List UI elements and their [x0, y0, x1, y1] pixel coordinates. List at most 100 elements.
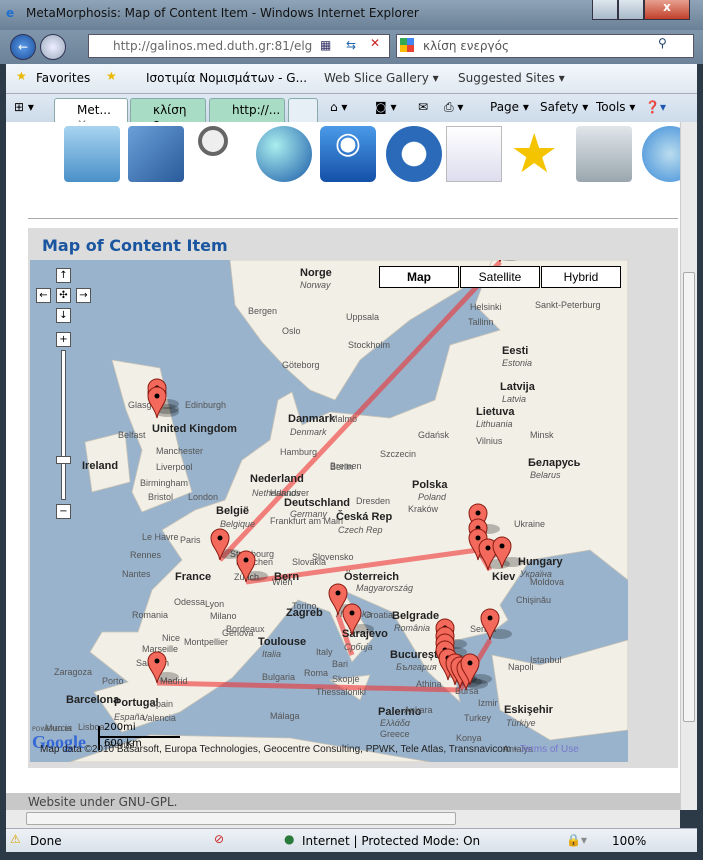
pan-left-button[interactable]: ← — [36, 288, 51, 303]
map-label: Chişinău — [516, 595, 551, 605]
tab[interactable]: http://... — [209, 98, 285, 122]
address-bar[interactable]: http://galinos.med.duth.gr:81/elg — [88, 34, 390, 58]
stop-icon[interactable]: ✕ — [370, 36, 380, 50]
map-label: Stockholm — [348, 340, 390, 350]
add-favorite-icon[interactable]: ★ — [106, 69, 117, 83]
book-icon[interactable] — [128, 126, 184, 182]
vertical-scrollbar[interactable] — [680, 122, 697, 810]
document-icon[interactable] — [386, 126, 442, 182]
internet-globe-icon: ● — [284, 832, 295, 846]
star-icon[interactable]: ★ — [510, 126, 566, 182]
map-label: Belgrade — [392, 610, 439, 622]
zoom-slider-track[interactable] — [61, 350, 66, 500]
tab-active[interactable]: Met... ✕ — [54, 98, 128, 131]
rss-icon[interactable]: ◉ — [320, 126, 376, 182]
map-label: Bern — [274, 571, 299, 583]
map-label: Latvia — [502, 394, 526, 404]
map-label: Skopje — [332, 674, 360, 684]
map-label: Ukraine — [514, 519, 545, 529]
map-label: Hungary — [518, 556, 564, 568]
compatibility-icon[interactable]: ▦ — [320, 38, 331, 52]
map-label: Belgique — [220, 519, 255, 529]
download-folder-icon[interactable] — [576, 126, 632, 182]
magnifier-icon[interactable] — [198, 126, 238, 182]
map-label: Oslo — [282, 326, 301, 336]
refresh-icon[interactable]: ⇆ — [346, 38, 356, 52]
map-label: Kraków — [408, 504, 439, 514]
maximize-button[interactable] — [618, 0, 644, 20]
pan-center-button[interactable]: ✣ — [56, 288, 71, 303]
map-label: Bari — [332, 659, 348, 669]
map-label: Rennes — [130, 550, 162, 560]
zoom-out-button[interactable]: − — [56, 504, 71, 519]
globe-icon[interactable] — [256, 126, 312, 182]
map-label: Czech Rep — [338, 525, 383, 535]
map-label: Szczecin — [380, 449, 416, 459]
map-type-hybrid[interactable]: Hybrid — [541, 266, 621, 288]
map-label: Montpellier — [184, 637, 228, 647]
zoom-level[interactable]: 100% — [612, 834, 646, 848]
close-button[interactable]: x — [644, 0, 690, 20]
tools-menu[interactable]: Tools ▾ — [596, 100, 635, 114]
suggested-sites[interactable]: Suggested Sites ▾ — [458, 71, 565, 85]
map-label: Liverpool — [156, 462, 193, 472]
map-type-map[interactable]: Map — [379, 266, 459, 288]
notepad-pencil-icon[interactable] — [446, 126, 502, 182]
minimize-button[interactable] — [592, 0, 618, 20]
protected-mode-icon[interactable]: 🔒▾ — [566, 833, 587, 847]
new-tab-button[interactable] — [288, 98, 318, 122]
map-label: Malmö — [330, 414, 357, 424]
favorite-link[interactable]: Ισοτιμία Νομισμάτων - G... — [146, 71, 307, 85]
map-marker[interactable] — [480, 608, 512, 641]
terms-of-use-link[interactable]: Terms of Use — [520, 744, 579, 755]
privacy-icon[interactable]: ⊘ — [214, 832, 224, 846]
map-label: Milano — [210, 611, 237, 621]
map-type-satellite[interactable]: Satellite — [460, 266, 540, 288]
pan-down-button[interactable]: ↓ — [56, 308, 71, 323]
users-icon[interactable] — [642, 126, 680, 182]
map-canvas[interactable]: NorgeNorway Bergen Oslo Göteborg Uppsala Stoc… — [30, 260, 628, 762]
scroll-thumb[interactable] — [26, 812, 456, 825]
map-attribution: Map data ©2010 Basarsoft, Europa Technol… — [40, 744, 579, 755]
map-label: Österreich — [344, 570, 399, 583]
map-label: Italy — [316, 647, 333, 657]
pan-right-button[interactable]: → — [76, 288, 91, 303]
search-icon[interactable]: ⚲ — [658, 36, 667, 50]
page-content: ◉ ★ Map of Content Item Norge Norway Berge… — [6, 122, 680, 810]
feeds-icon[interactable]: ◙ ▾ — [375, 100, 396, 114]
user-folder-icon[interactable] — [64, 126, 120, 182]
search-input[interactable]: κλίση ενεργός — [396, 34, 694, 58]
map-label: Konya — [456, 733, 482, 743]
map-label: Nice — [162, 633, 180, 643]
favorites-button[interactable]: Favorites — [36, 71, 90, 85]
forward-button[interactable] — [40, 34, 66, 60]
web-slice-gallery[interactable]: Web Slice Gallery ▾ — [324, 71, 439, 85]
google-map[interactable]: Norge Norway Bergen Oslo Göteborg Uppsala Stoc… — [30, 260, 628, 762]
horizontal-scrollbar[interactable] — [6, 810, 680, 828]
print-icon[interactable]: ⎙ ▾ — [444, 100, 463, 115]
zoom-in-button[interactable]: + — [56, 332, 71, 347]
tab[interactable]: κλίση ε... — [130, 98, 206, 131]
page-menu[interactable]: Page ▾ — [490, 100, 529, 114]
google-icon — [400, 38, 414, 52]
map-label: Valencia — [142, 713, 176, 723]
map-label: Zagreb — [286, 607, 323, 619]
map-label: Minsk — [530, 430, 554, 440]
back-button[interactable]: ← — [10, 34, 36, 60]
zoom-slider-handle[interactable] — [56, 456, 71, 464]
map-label: Odessa — [174, 597, 205, 607]
status-bar: ⚠ Done ⊘ ● Internet | Protected Mode: On… — [6, 828, 697, 852]
map-label: Deutschland — [284, 497, 350, 509]
pan-up-button[interactable]: ↑ — [56, 268, 71, 283]
home-icon[interactable]: ⌂ ▾ — [330, 100, 347, 114]
security-zone[interactable]: Internet | Protected Mode: On — [302, 834, 480, 848]
scroll-thumb[interactable] — [683, 272, 695, 722]
title-bar: e MetaMorphosis: Map of Content Item - W… — [0, 0, 703, 30]
quick-tabs-icon[interactable]: ⊞ ▾ — [14, 100, 34, 114]
map-label: Athina — [416, 679, 442, 689]
map-label: Frankfurt am Main — [270, 516, 343, 526]
help-icon[interactable]: ❓▾ — [645, 100, 666, 114]
safety-menu[interactable]: Safety ▾ — [540, 100, 588, 114]
map-label: Nederland — [250, 473, 304, 485]
mail-icon[interactable]: ✉ — [418, 100, 428, 114]
